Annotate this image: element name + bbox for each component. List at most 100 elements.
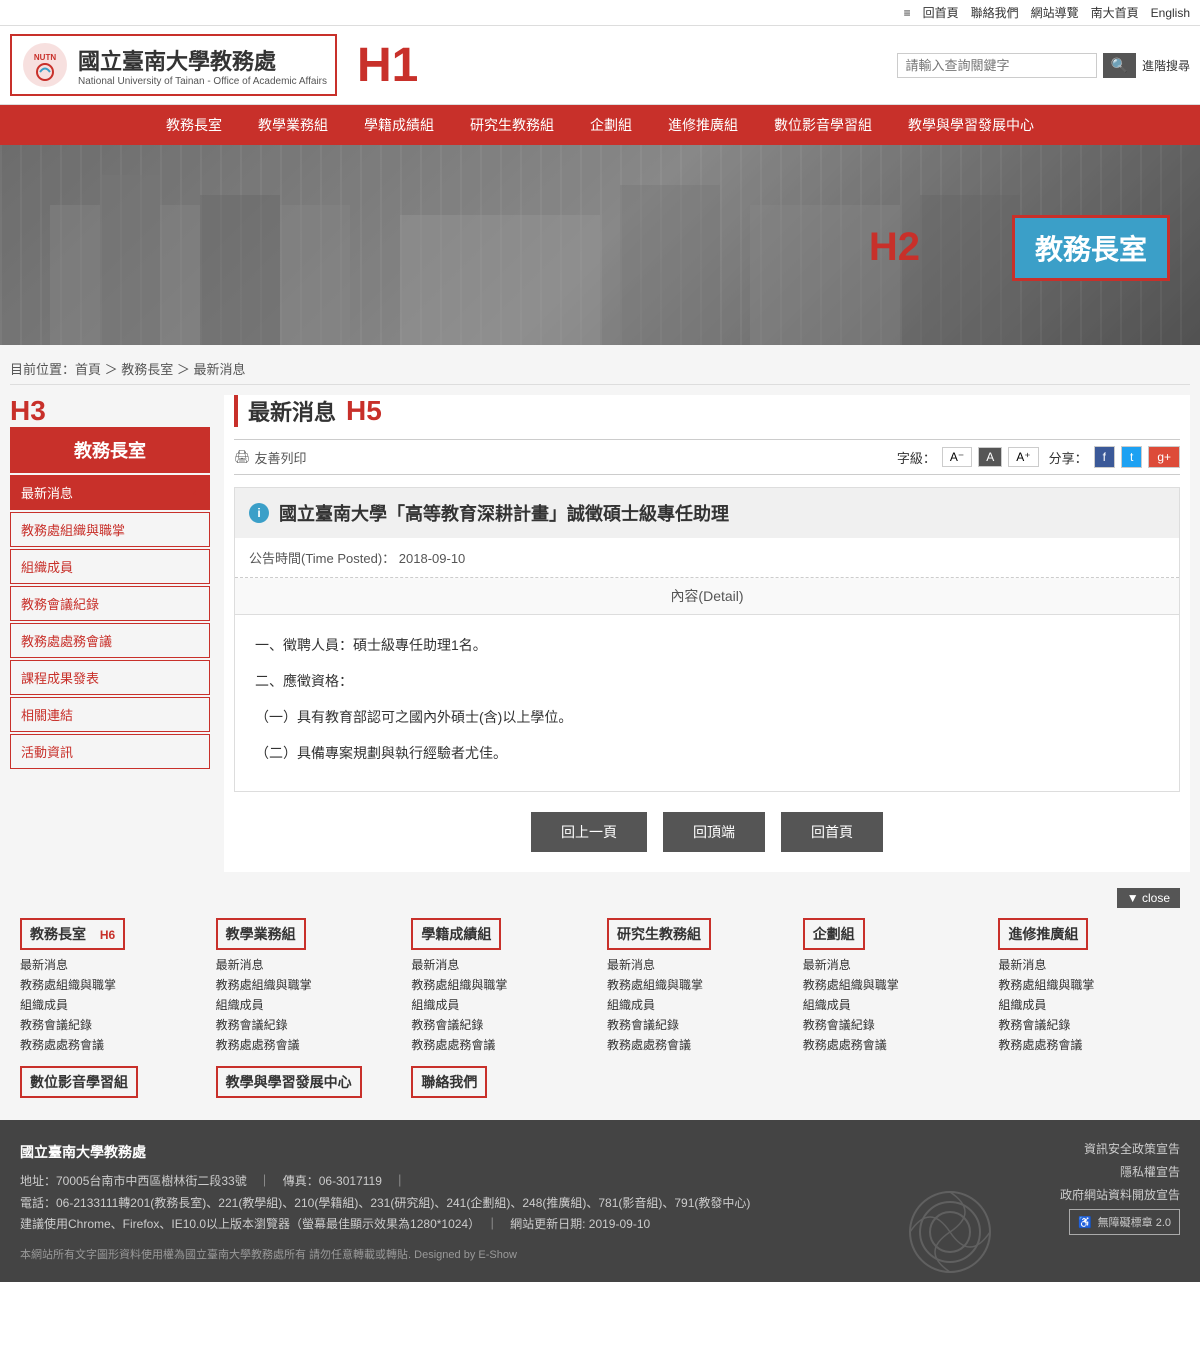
sidebar-item-events[interactable]: 活動資訊 [10,734,210,769]
footer-link-privacy[interactable]: 隱私權宣告 [1120,1163,1180,1180]
sitemap-link[interactable]: 最新消息 [607,956,789,973]
sitemap-link[interactable]: 教務處組織與職掌 [216,976,398,993]
sitemap-link[interactable]: 教務處組織與職掌 [411,976,593,993]
font-size-controls: 字級： A⁻ A A⁺ [897,447,1039,467]
sitemap-link[interactable]: 教務會議紀錄 [607,1016,789,1033]
body-line-3: （一）具有教育部認可之國內外碩士(含)以上學位。 [255,703,1159,731]
share-twitter-button[interactable]: t [1121,446,1142,468]
sitemap-link[interactable]: 教務處處務會議 [998,1036,1180,1053]
font-large-button[interactable]: A⁺ [1008,447,1038,467]
sitemap-col-planning: 企劃組 最新消息 教務處組織與職掌 組織成員 教務會議紀錄 教務處處務會議 [803,918,985,1056]
sidebar-link-affairs[interactable]: 教務處處務會議 [11,624,209,657]
sitemap-link[interactable]: 教務處處務會議 [20,1036,202,1053]
print-button[interactable]: 🖨 友善列印 [234,448,307,467]
print-icon: 🖨 [234,449,251,465]
footer-copyright: 本網站所有文字圖形資料使用權為國立臺南大學教務處所有 請勿任意轉載或轉貼. De… [20,1246,1180,1262]
sitemap-link[interactable]: 教務會議紀錄 [803,1016,985,1033]
nav-contact[interactable]: 聯絡我們 [971,4,1019,21]
sitemap-col-title-dean: 教務長室 H6 [20,918,125,950]
sidebar-link-links[interactable]: 相關連結 [11,698,209,731]
body-line-4: （二）具備專案規劃與執行經驗者尤佳。 [255,739,1159,767]
search-input[interactable] [897,53,1097,78]
sidebar-item-members[interactable]: 組織成員 [10,549,210,584]
sitemap-link[interactable]: 組織成員 [607,996,789,1013]
sidebar-item-org[interactable]: 教務處組織與職掌 [10,512,210,547]
font-normal-button[interactable]: A [978,447,1002,467]
sitemap-link[interactable]: 最新消息 [998,956,1180,973]
footer-link-opendata[interactable]: 政府網站資料開放宣告 [1060,1186,1180,1203]
sitemap-link[interactable]: 教務處處務會議 [216,1036,398,1053]
sitemap-link[interactable]: 教務會議紀錄 [411,1016,593,1033]
nav-item-teaching[interactable]: 教學業務組 [240,105,346,145]
nav-sitemap[interactable]: 網站導覽 [1031,4,1079,21]
sitemap-link[interactable]: 最新消息 [411,956,593,973]
sidebar-link-events[interactable]: 活動資訊 [11,735,209,768]
share-facebook-button[interactable]: f [1094,446,1115,468]
sitemap-link[interactable]: 最新消息 [803,956,985,973]
sidebar-link-org[interactable]: 教務處組織與職掌 [11,513,209,546]
sitemap-link[interactable]: 組織成員 [216,996,398,1013]
logo-icon: NUTN [20,40,70,90]
search-button[interactable]: 🔍 [1103,53,1136,78]
footer-link-security[interactable]: 資訊安全政策宣告 [1084,1140,1180,1157]
sidebar-item-links[interactable]: 相關連結 [10,697,210,732]
logo-chinese: 國立臺南大學教務處 [78,44,327,76]
sitemap-link[interactable]: 教務處組織與職掌 [803,976,985,993]
sitemap-link[interactable]: 組織成員 [803,996,985,1013]
header-right: 🔍 進階搜尋 [897,53,1190,78]
footer-address: 地址：70005台南市中西區樹林街二段33號 ｜ 傳真：06-3017119 ｜ [20,1171,750,1193]
sitemap-link[interactable]: 教務處組織與職掌 [607,976,789,993]
sitemap-link[interactable]: 組織成員 [998,996,1180,1013]
nav-item-digital[interactable]: 數位影音學習組 [756,105,890,145]
sitemap-link[interactable]: 教務處組織與職掌 [998,976,1180,993]
sitemap-link[interactable]: 組織成員 [411,996,593,1013]
nav-item-planning[interactable]: 企劃組 [572,105,650,145]
advanced-search-link[interactable]: 進階搜尋 [1142,57,1190,74]
sidebar-item-meeting[interactable]: 教務會議紀錄 [10,586,210,621]
share-gplus-button[interactable]: g+ [1148,446,1180,468]
accessibility-badge: ♿ 無障礙標章 2.0 [1069,1209,1180,1235]
sidebar-link-meeting[interactable]: 教務會議紀錄 [11,587,209,620]
sitemap-grid-2: 數位影音學習組 教學與學習發展中心 聯絡我們 [20,1066,1180,1104]
sitemap-close-button[interactable]: ▼ close [1117,888,1180,908]
sitemap-link[interactable]: 教務會議紀錄 [20,1016,202,1033]
nav-item-grad[interactable]: 研究生教務組 [452,105,572,145]
back-button[interactable]: 回上一頁 [531,812,647,852]
sitemap-col-links-extension: 最新消息 教務處組織與職掌 組織成員 教務會議紀錄 教務處處務會議 [998,956,1180,1053]
sidebar-link-course[interactable]: 課程成果發表 [11,661,209,694]
sitemap-link[interactable]: 教務會議紀錄 [998,1016,1180,1033]
article-title: 國立臺南大學「高等教育深耕計畫」誠徵碩士級專任助理 [279,500,729,526]
home-button[interactable]: 回首頁 [781,812,883,852]
nav-nutn[interactable]: 南大首頁 [1091,4,1139,21]
nav-item-learning[interactable]: 教學與學習發展中心 [890,105,1052,145]
sitemap-link[interactable]: 最新消息 [20,956,202,973]
sitemap-link[interactable]: 教務處組織與職掌 [20,976,202,993]
sidebar-item-course[interactable]: 課程成果發表 [10,660,210,695]
sitemap-col-registrar: 學籍成績組 最新消息 教務處組織與職掌 組織成員 教務會議紀錄 教務處處務會議 [411,918,593,1056]
nav-item-registrar[interactable]: 學籍成績組 [346,105,452,145]
sitemap-link[interactable]: 教務處處務會議 [803,1036,985,1053]
sitemap-link[interactable]: 教務會議紀錄 [216,1016,398,1033]
nav-english[interactable]: English [1151,6,1190,20]
sitemap-col-title-contact: 聯絡我們 [411,1066,487,1098]
sitemap-col-empty2 [803,1066,985,1104]
h5-debug-label: H5 [346,395,382,427]
sitemap-link[interactable]: 最新消息 [216,956,398,973]
sidebar-link-members[interactable]: 組織成員 [11,550,209,583]
font-small-button[interactable]: A⁻ [942,447,972,467]
nav-home[interactable]: 回首頁 [923,4,959,21]
sidebar-item-affairs[interactable]: 教務處處務會議 [10,623,210,658]
nav-item-extension[interactable]: 進修推廣組 [650,105,756,145]
sitemap-link[interactable]: 教務處處務會議 [411,1036,593,1053]
footer-right: 資訊安全政策宣告 隱私權宣告 政府網站資料開放宣告 ♿ 無障礙標章 2.0 [1060,1140,1180,1236]
sidebar-item-latest-news[interactable]: 最新消息 H4 [10,475,210,510]
sitemap-col-links-registrar: 最新消息 教務處組織與職掌 組織成員 教務會議紀錄 教務處處務會議 [411,956,593,1053]
footer-recommend: 建議使用Chrome、Firefox、IE10.0以上版本瀏覽器（螢幕最佳顯示效… [20,1214,750,1236]
h1-debug-label: H1 [357,38,418,93]
top-button[interactable]: 回頂端 [663,812,765,852]
sitemap-link[interactable]: 教務處處務會議 [607,1036,789,1053]
sitemap-link[interactable]: 組織成員 [20,996,202,1013]
footer-inner: 國立臺南大學教務處 地址：70005台南市中西區樹林街二段33號 ｜ 傳真：06… [20,1140,1180,1236]
section-header: 最新消息 H5 [234,395,1180,427]
nav-item-dean[interactable]: 教務長室 [148,105,240,145]
